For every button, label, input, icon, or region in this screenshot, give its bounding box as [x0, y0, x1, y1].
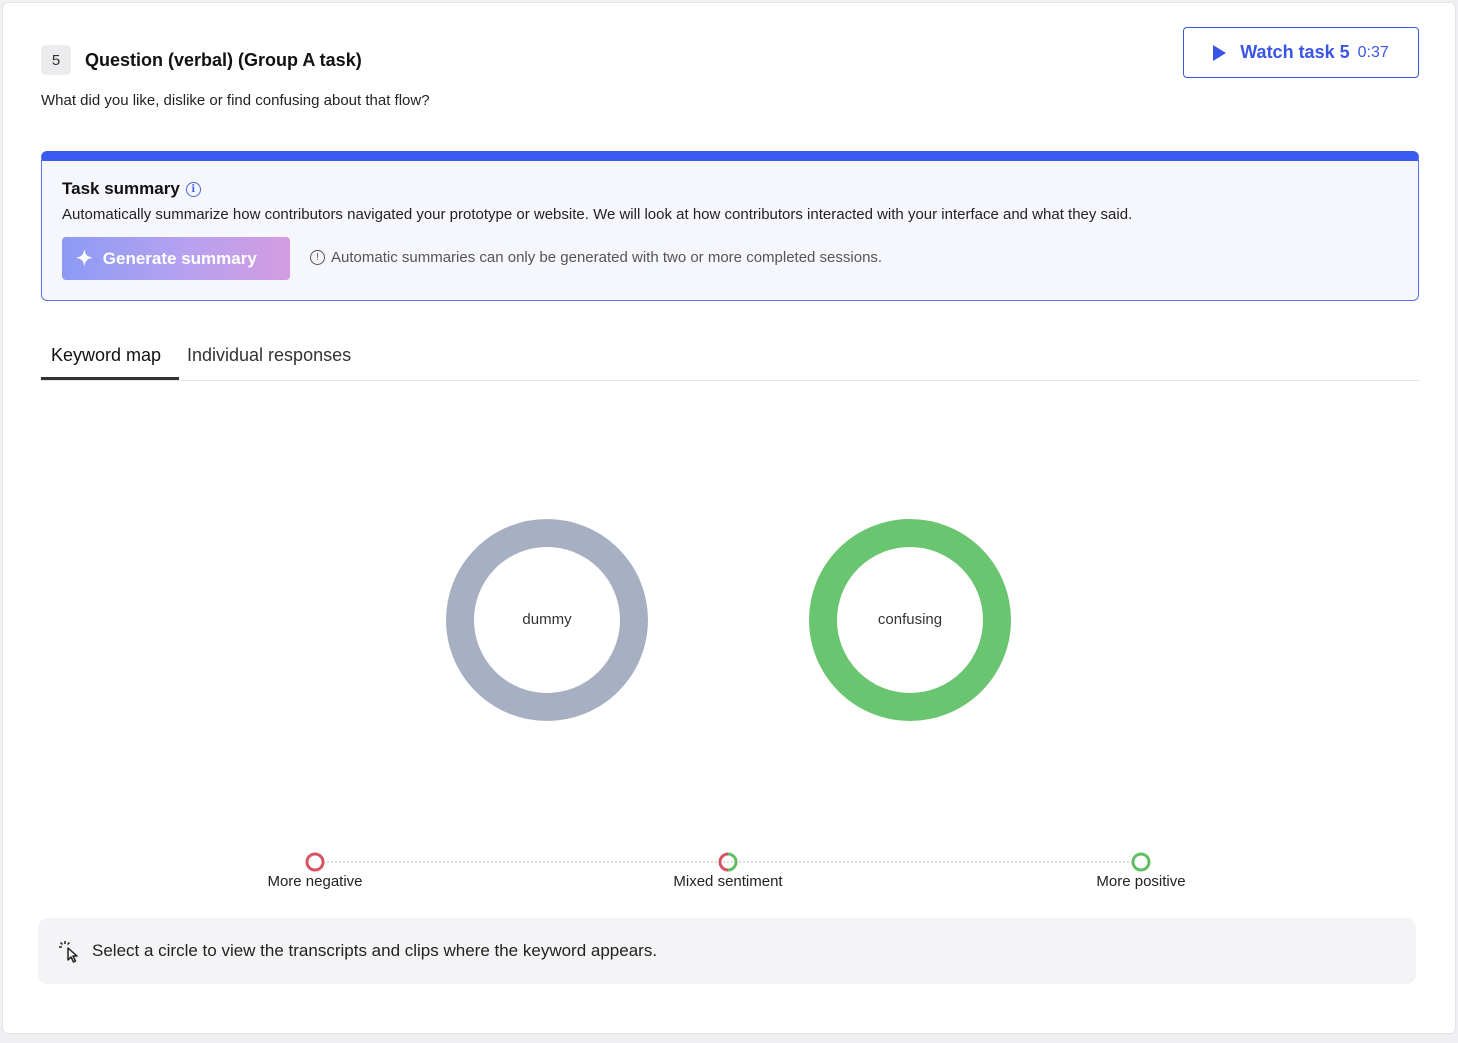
- keyword-hint-text: Select a circle to view the transcripts …: [92, 941, 658, 960]
- keyword-circle-confusing[interactable]: confusing: [809, 519, 1011, 721]
- legend-more-negative: More negative: [267, 873, 363, 890]
- keyword-label-confusing: confusing: [878, 611, 942, 628]
- legend-mixed-sentiment: Mixed sentiment: [673, 873, 783, 890]
- keyword-circle-dummy[interactable]: dummy: [446, 519, 648, 721]
- cursor-click-icon: [59, 941, 78, 963]
- sentiment-positive-marker: [1131, 852, 1151, 872]
- keyword-label-dummy: dummy: [522, 611, 572, 628]
- sentiment-negative-marker: [305, 852, 325, 872]
- legend-more-positive: More positive: [1096, 873, 1186, 890]
- keyword-hint-bar: Select a circle to view the transcripts …: [38, 918, 1416, 984]
